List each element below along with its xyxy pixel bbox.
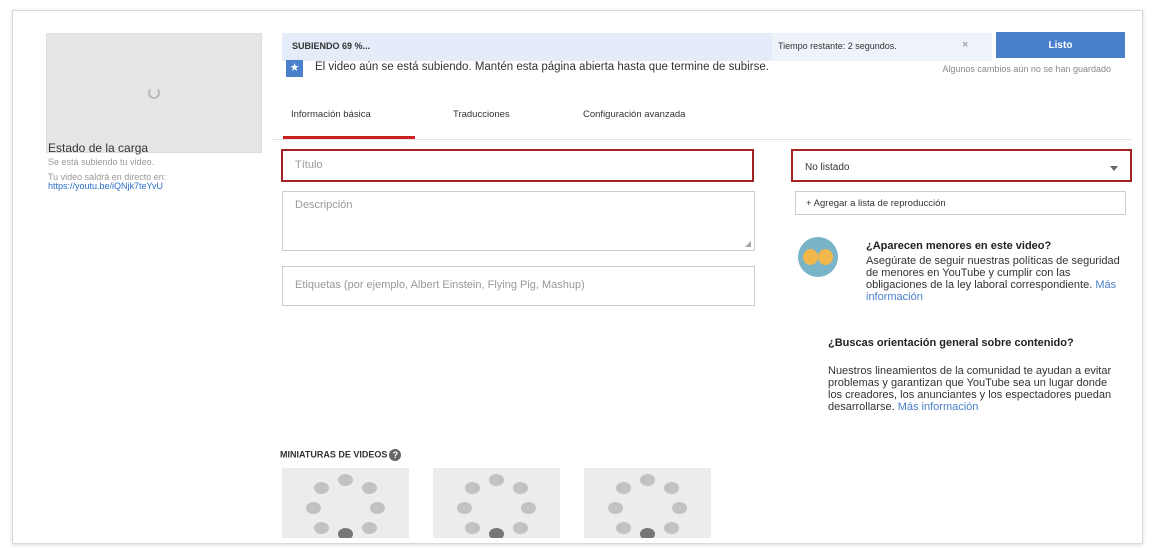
chevron-down-icon: [1110, 166, 1118, 171]
thumbnails-label-text: MINIATURAS DE VIDEOS: [280, 449, 388, 460]
loading-dot: [664, 522, 679, 534]
tabs-divider: [271, 139, 1131, 140]
tab-configuracion-avanzada[interactable]: Configuración avanzada: [583, 109, 685, 120]
tags-placeholder: Etiquetas (por ejemplo, Albert Einstein,…: [295, 279, 585, 291]
title-placeholder: Título: [295, 159, 323, 171]
loading-dot: [489, 528, 504, 538]
upload-info-message: El video aún se está subiendo. Mantén es…: [315, 61, 769, 73]
close-icon[interactable]: ×: [962, 39, 968, 51]
loading-dot: [314, 522, 329, 534]
loading-dot: [616, 482, 631, 494]
loading-dot: [608, 502, 623, 514]
upload-status-title: Estado de la carga: [48, 141, 149, 155]
video-url-link[interactable]: https://youtu.be/iQNjk7teYvU: [48, 181, 163, 191]
children-icon: [798, 237, 838, 277]
loading-dot: [640, 528, 655, 538]
loading-dot: [314, 482, 329, 494]
loading-dot: [362, 482, 377, 494]
tab-informacion-basica[interactable]: Información básica: [291, 109, 371, 120]
loading-dot: [664, 482, 679, 494]
add-to-playlist-button[interactable]: + Agregar a lista de reproducción: [795, 191, 1126, 215]
guidance-more-info-link[interactable]: Más información: [898, 401, 979, 413]
loading-dot: [465, 522, 480, 534]
description-textarea[interactable]: Descripción ◢: [282, 191, 755, 251]
video-preview: [46, 33, 262, 153]
title-input[interactable]: Título: [281, 149, 754, 182]
guidance-notice-body: Nuestros lineamientos de la comunidad te…: [828, 365, 1113, 413]
description-placeholder: Descripción: [295, 199, 353, 211]
upload-progress-label: SUBIENDO 69 %...: [292, 41, 371, 51]
resize-handle-icon[interactable]: ◢: [745, 239, 751, 248]
loading-dot: [513, 482, 528, 494]
loading-dot: [640, 474, 655, 486]
loading-dot: [616, 522, 631, 534]
loading-dot: [306, 502, 321, 514]
loading-dot: [338, 528, 353, 538]
help-icon[interactable]: ?: [389, 449, 402, 461]
visibility-value: No listado: [805, 162, 850, 173]
loading-dot: [489, 474, 504, 486]
loading-dot: [370, 502, 385, 514]
minors-notice-text: Asegúrate de seguir nuestras políticas d…: [866, 255, 1120, 291]
loading-dot: [672, 502, 687, 514]
loading-dot: [465, 482, 480, 494]
upload-dialog: Estado de la carga Se está subiendo tu v…: [12, 10, 1143, 544]
video-thumbnail-option[interactable]: [282, 468, 409, 538]
star-icon: ★: [286, 60, 303, 77]
guidance-notice-title: ¿Buscas orientación general sobre conten…: [828, 337, 1074, 349]
time-remaining: Tiempo restante: 2 segundos.: [778, 41, 897, 51]
loading-dot: [513, 522, 528, 534]
video-thumbnail-option[interactable]: [584, 468, 711, 538]
loading-dot: [362, 522, 377, 534]
loading-dot: [338, 474, 353, 486]
loading-dot: [457, 502, 472, 514]
unsaved-changes-note: Algunos cambios aún no se han guardado: [942, 64, 1111, 74]
loading-icon: [148, 87, 160, 99]
tab-traducciones[interactable]: Traducciones: [453, 109, 510, 120]
minors-notice-title: ¿Aparecen menores en este video?: [866, 240, 1052, 252]
visibility-select[interactable]: No listado: [791, 149, 1132, 182]
video-thumbnail-option[interactable]: [433, 468, 560, 538]
tags-input[interactable]: Etiquetas (por ejemplo, Albert Einstein,…: [282, 266, 755, 306]
upload-status-text: Se está subiendo tu video.: [48, 157, 155, 167]
minors-notice-body: Asegúrate de seguir nuestras políticas d…: [866, 255, 1126, 303]
done-button[interactable]: Listo: [996, 32, 1125, 58]
loading-dot: [521, 502, 536, 514]
thumbnails-label: MINIATURAS DE VIDEOS?: [280, 449, 402, 461]
